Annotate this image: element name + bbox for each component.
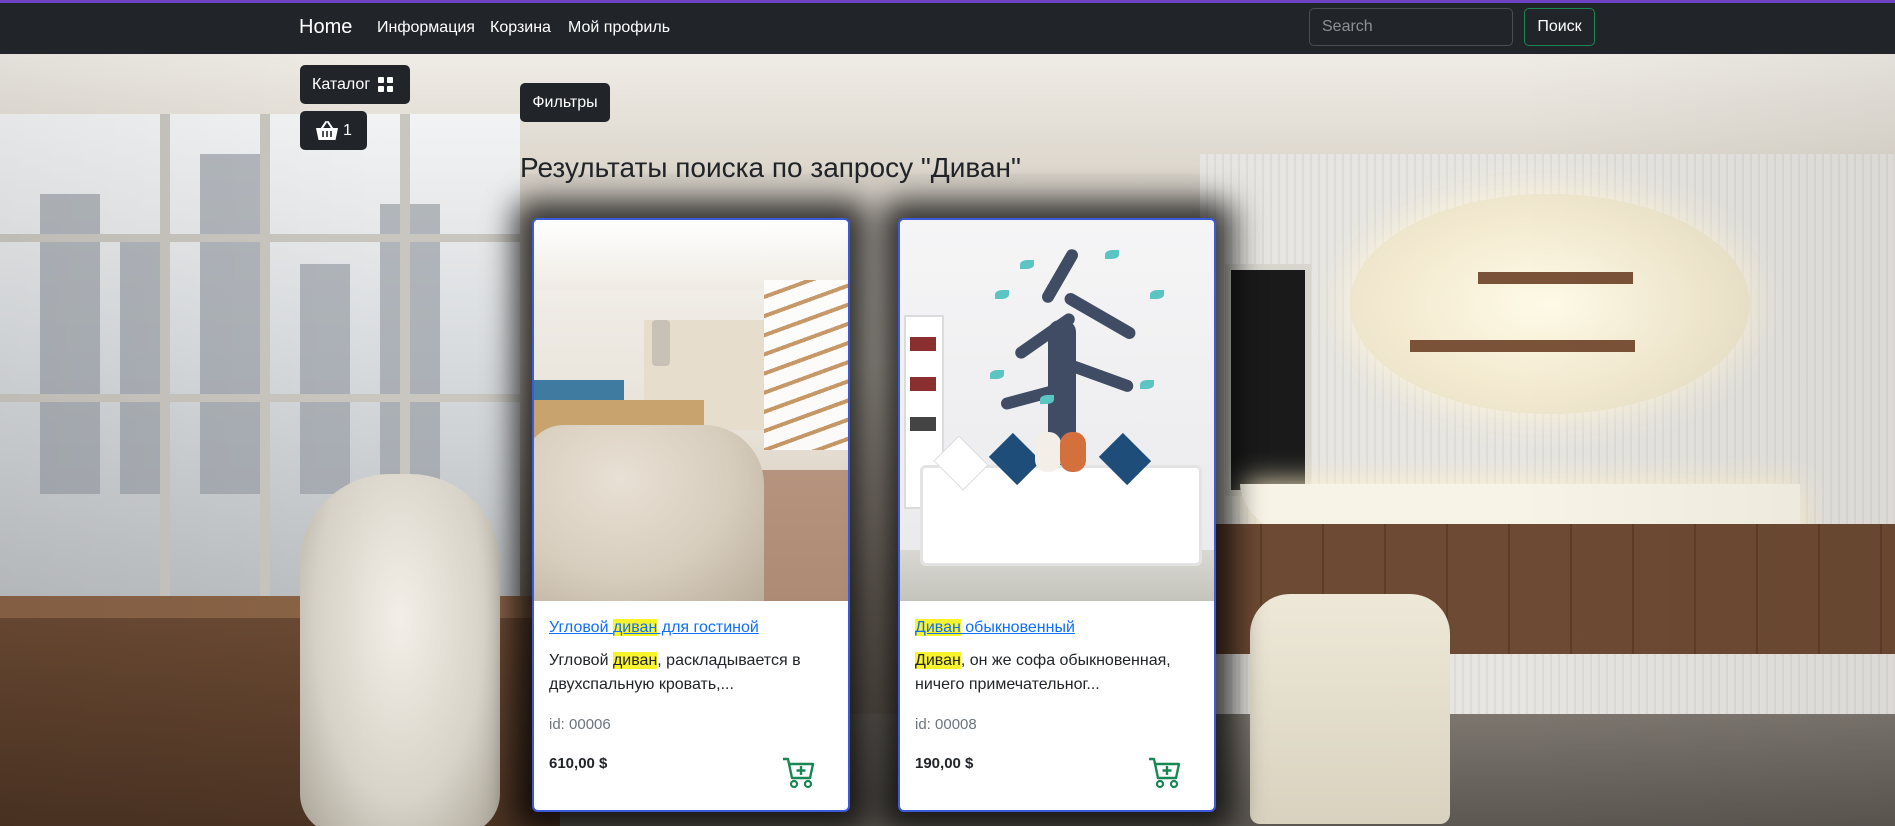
product-title-link[interactable]: Угловой диван для гостиной bbox=[549, 617, 839, 639]
cart-button[interactable]: 1 bbox=[300, 111, 367, 150]
brand-home-link[interactable]: Home bbox=[299, 16, 352, 39]
product-card: Угловой диван для гостиной Угловой диван… bbox=[532, 218, 850, 812]
basket-icon bbox=[316, 120, 338, 140]
cart-plus-icon[interactable] bbox=[1148, 756, 1182, 790]
product-image[interactable] bbox=[900, 220, 1214, 601]
nav-link-profile[interactable]: Мой профиль bbox=[568, 19, 670, 37]
search-input[interactable] bbox=[1309, 8, 1513, 46]
product-description: Диван, он же софа обыкновенная, ничего п… bbox=[915, 652, 1171, 693]
product-title-link[interactable]: Диван обыкновенный bbox=[915, 617, 1205, 639]
product-card: Диван обыкновенный Диван, он же софа обы… bbox=[898, 218, 1216, 812]
cart-count: 1 bbox=[343, 121, 352, 139]
product-price: 190,00 $ bbox=[915, 755, 974, 772]
filters-button[interactable]: Фильтры bbox=[520, 83, 610, 122]
product-image[interactable] bbox=[534, 220, 848, 601]
nav-link-cart[interactable]: Корзина bbox=[490, 19, 551, 37]
navbar: Home Информация Корзина Мой профиль Поис… bbox=[0, 3, 1895, 54]
product-description: Угловой диван, раскладывается в двухспал… bbox=[549, 652, 801, 693]
cart-plus-icon[interactable] bbox=[782, 756, 816, 790]
product-price: 610,00 $ bbox=[549, 755, 608, 772]
catalog-button[interactable]: Каталог bbox=[300, 65, 410, 104]
nav-link-info[interactable]: Информация bbox=[377, 19, 475, 37]
catalog-button-label: Каталог bbox=[312, 75, 371, 93]
grid-icon bbox=[378, 77, 394, 92]
product-id: id: 00008 bbox=[915, 716, 977, 733]
search-button[interactable]: Поиск bbox=[1524, 8, 1595, 46]
results-title: Результаты поиска по запросу "Диван" bbox=[520, 152, 1021, 183]
product-id: id: 00006 bbox=[549, 716, 611, 733]
